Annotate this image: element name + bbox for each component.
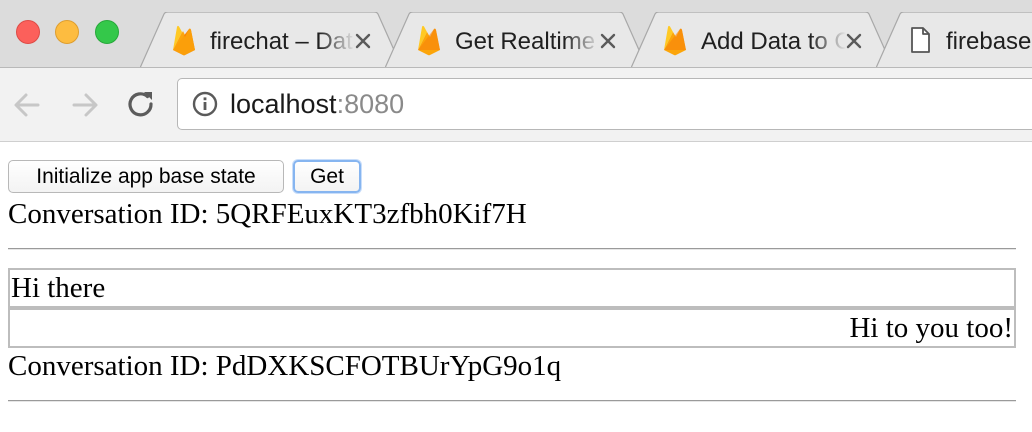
browser-tab[interactable]: Get Realtime Updates: [385, 12, 647, 67]
page-content: Initialize app base state Get Conversati…: [0, 143, 1032, 432]
tab-strip: firechat – Data Get Realtime Updates: [0, 0, 1032, 68]
url-port: :8080: [336, 89, 405, 119]
tab-title: Get Realtime Updates: [455, 28, 600, 55]
window-close-button[interactable]: [16, 20, 40, 44]
conversation-id: Conversation ID: 5QRFEuxKT3zfbh0Kif7H: [8, 198, 527, 230]
browser-tab[interactable]: firechat – Data: [140, 12, 402, 67]
firebase-flame-icon: [664, 25, 686, 56]
info-icon[interactable]: [192, 91, 218, 117]
message-bubble: Hi to you too!: [8, 308, 1016, 348]
firebase-flame-icon: [173, 25, 195, 56]
divider: [8, 248, 1016, 250]
message-bubble: Hi there: [8, 268, 1016, 308]
tab-close-icon[interactable]: [352, 30, 374, 52]
firebase-flame-icon: [418, 25, 440, 56]
browser-tab[interactable]: firebase: [876, 12, 1032, 67]
initialize-app-button[interactable]: Initialize app base state: [8, 160, 284, 193]
get-button[interactable]: Get: [293, 160, 361, 193]
tab-title: firechat – Data: [210, 28, 355, 55]
browser-window: firechat – Data Get Realtime Updates: [0, 0, 1032, 432]
address-bar[interactable]: localhost:8080: [177, 78, 1032, 130]
window-zoom-button[interactable]: [95, 20, 119, 44]
tab-close-icon[interactable]: [597, 30, 619, 52]
document-icon: [911, 27, 930, 53]
url-text: localhost:8080: [230, 88, 404, 120]
tab-close-icon[interactable]: [843, 30, 865, 52]
window-minimize-button[interactable]: [55, 20, 79, 44]
forward-arrow-icon[interactable]: [68, 88, 102, 122]
browser-toolbar: localhost:8080: [0, 68, 1032, 142]
divider: [8, 400, 1016, 402]
back-arrow-icon[interactable]: [10, 88, 44, 122]
conversation-id: Conversation ID: PdDXKSCFOTBUrYpG9o1q: [8, 350, 562, 382]
tab-title: Add Data to Cloud: [701, 28, 846, 55]
reload-icon[interactable]: [124, 88, 158, 122]
tab-title: firebase: [946, 28, 1032, 55]
browser-tab[interactable]: Add Data to Cloud: [631, 12, 893, 67]
url-host: localhost: [230, 89, 337, 119]
